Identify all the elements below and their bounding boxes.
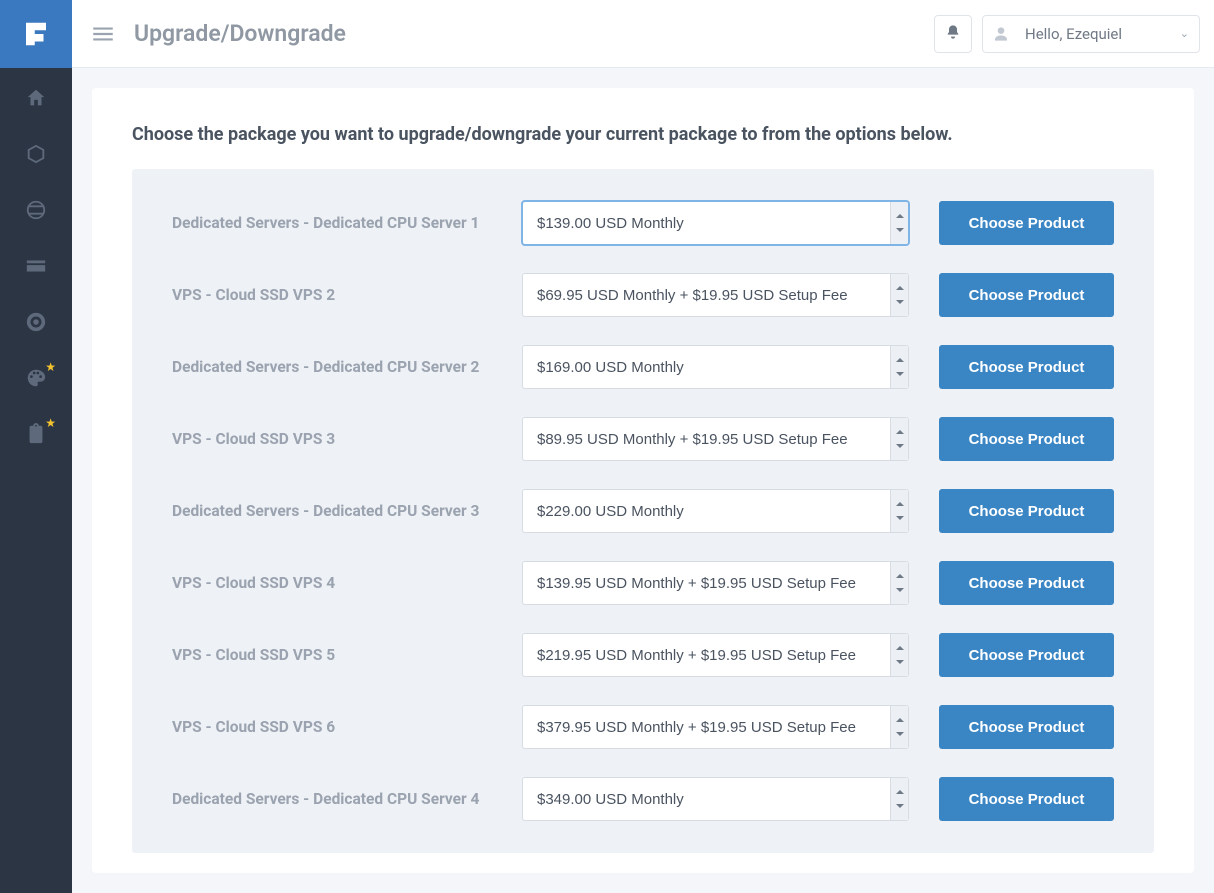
choose-product-button[interactable]: Choose Product bbox=[939, 201, 1114, 245]
sidebar-item-themes[interactable]: ★ bbox=[0, 366, 72, 390]
package-label: VPS - Cloud SSD VPS 4 bbox=[172, 574, 492, 592]
package-label: VPS - Cloud SSD VPS 2 bbox=[172, 286, 492, 304]
menu-toggle-icon[interactable] bbox=[90, 21, 116, 47]
sidebar-item-notes[interactable]: ★ bbox=[0, 422, 72, 446]
package-label: VPS - Cloud SSD VPS 5 bbox=[172, 646, 492, 664]
choose-product-button[interactable]: Choose Product bbox=[939, 489, 1114, 533]
price-select[interactable]: $139.00 USD Monthly bbox=[522, 201, 909, 245]
package-panel: Dedicated Servers - Dedicated CPU Server… bbox=[132, 169, 1154, 853]
choose-product-button[interactable]: Choose Product bbox=[939, 273, 1114, 317]
sidebar-item-home[interactable] bbox=[0, 86, 72, 110]
package-row: Dedicated Servers - Dedicated CPU Server… bbox=[172, 345, 1114, 389]
card-icon bbox=[25, 255, 47, 277]
user-icon bbox=[993, 26, 1009, 42]
package-row: Dedicated Servers - Dedicated CPU Server… bbox=[172, 489, 1114, 533]
package-label: VPS - Cloud SSD VPS 3 bbox=[172, 430, 492, 448]
star-badge-icon: ★ bbox=[45, 416, 56, 430]
package-label: Dedicated Servers - Dedicated CPU Server… bbox=[172, 214, 492, 232]
choose-product-button[interactable]: Choose Product bbox=[939, 561, 1114, 605]
lifebuoy-icon bbox=[25, 311, 47, 333]
choose-product-button[interactable]: Choose Product bbox=[939, 705, 1114, 749]
home-icon bbox=[25, 87, 47, 109]
globe-icon bbox=[25, 199, 47, 221]
sidebar-item-support[interactable] bbox=[0, 310, 72, 334]
nav: ★ ★ bbox=[0, 68, 72, 446]
package-label: VPS - Cloud SSD VPS 6 bbox=[172, 718, 492, 736]
sidebar-item-domains[interactable] bbox=[0, 198, 72, 222]
price-select[interactable]: $349.00 USD Monthly bbox=[522, 777, 909, 821]
choose-product-button[interactable]: Choose Product bbox=[939, 777, 1114, 821]
price-select-wrap: $139.00 USD Monthly bbox=[522, 201, 909, 245]
package-row: Dedicated Servers - Dedicated CPU Server… bbox=[172, 777, 1114, 821]
price-select-wrap: $69.95 USD Monthly + $19.95 USD Setup Fe… bbox=[522, 273, 909, 317]
price-select[interactable]: $89.95 USD Monthly + $19.95 USD Setup Fe… bbox=[522, 417, 909, 461]
price-select-wrap: $219.95 USD Monthly + $19.95 USD Setup F… bbox=[522, 633, 909, 677]
package-row: VPS - Cloud SSD VPS 6 $379.95 USD Monthly… bbox=[172, 705, 1114, 749]
price-select-wrap: $349.00 USD Monthly bbox=[522, 777, 909, 821]
intro-text: Choose the package you want to upgrade/d… bbox=[132, 124, 1154, 145]
price-select[interactable]: $219.95 USD Monthly + $19.95 USD Setup F… bbox=[522, 633, 909, 677]
package-row: VPS - Cloud SSD VPS 5 $219.95 USD Monthly… bbox=[172, 633, 1114, 677]
topbar: Upgrade/Downgrade Hello, Ezequiel ⌄ bbox=[72, 0, 1214, 68]
user-greeting: Hello, Ezequiel bbox=[1025, 25, 1122, 43]
price-select[interactable]: $69.95 USD Monthly + $19.95 USD Setup Fe… bbox=[522, 273, 909, 317]
package-label: Dedicated Servers - Dedicated CPU Server… bbox=[172, 502, 492, 520]
upgrade-card: Choose the package you want to upgrade/d… bbox=[92, 88, 1194, 873]
chevron-down-icon: ⌄ bbox=[1180, 27, 1189, 40]
sidebar-item-packages[interactable] bbox=[0, 142, 72, 166]
package-label: Dedicated Servers - Dedicated CPU Server… bbox=[172, 358, 492, 376]
logo[interactable] bbox=[0, 0, 72, 68]
choose-product-button[interactable]: Choose Product bbox=[939, 633, 1114, 677]
price-select[interactable]: $379.95 USD Monthly + $19.95 USD Setup F… bbox=[522, 705, 909, 749]
palette-icon bbox=[25, 367, 47, 389]
price-select-wrap: $89.95 USD Monthly + $19.95 USD Setup Fe… bbox=[522, 417, 909, 461]
bell-icon bbox=[945, 24, 961, 44]
clipboard-icon bbox=[25, 423, 47, 445]
box-icon bbox=[25, 143, 47, 165]
page-title: Upgrade/Downgrade bbox=[134, 20, 346, 47]
price-select-wrap: $229.00 USD Monthly bbox=[522, 489, 909, 533]
user-menu[interactable]: Hello, Ezequiel ⌄ bbox=[982, 15, 1200, 53]
notifications-button[interactable] bbox=[934, 15, 972, 53]
package-row: VPS - Cloud SSD VPS 4 $139.95 USD Monthly… bbox=[172, 561, 1114, 605]
star-badge-icon: ★ bbox=[45, 360, 56, 374]
choose-product-button[interactable]: Choose Product bbox=[939, 345, 1114, 389]
sidebar-item-billing[interactable] bbox=[0, 254, 72, 278]
price-select-wrap: $169.00 USD Monthly bbox=[522, 345, 909, 389]
choose-product-button[interactable]: Choose Product bbox=[939, 417, 1114, 461]
price-select[interactable]: $139.95 USD Monthly + $19.95 USD Setup F… bbox=[522, 561, 909, 605]
price-select[interactable]: $229.00 USD Monthly bbox=[522, 489, 909, 533]
price-select[interactable]: $169.00 USD Monthly bbox=[522, 345, 909, 389]
package-label: Dedicated Servers - Dedicated CPU Server… bbox=[172, 790, 492, 808]
sidebar: ★ ★ bbox=[0, 0, 72, 893]
package-row: VPS - Cloud SSD VPS 3 $89.95 USD Monthly … bbox=[172, 417, 1114, 461]
package-row: VPS - Cloud SSD VPS 2 $69.95 USD Monthly … bbox=[172, 273, 1114, 317]
price-select-wrap: $139.95 USD Monthly + $19.95 USD Setup F… bbox=[522, 561, 909, 605]
package-row: Dedicated Servers - Dedicated CPU Server… bbox=[172, 201, 1114, 245]
price-select-wrap: $379.95 USD Monthly + $19.95 USD Setup F… bbox=[522, 705, 909, 749]
